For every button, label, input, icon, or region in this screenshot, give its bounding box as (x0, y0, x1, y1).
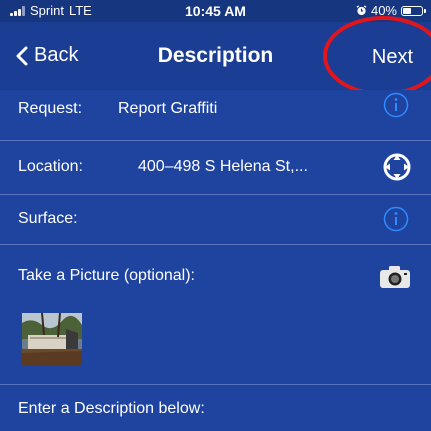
request-label: Request: (18, 100, 83, 117)
picture-row[interactable]: Take a Picture (optional): (0, 244, 431, 384)
navigation-bar: Back Description Next (0, 16, 431, 96)
description-screen: Sprint LTE 10:45 AM 40% Back Description… (0, 0, 431, 431)
description-row[interactable]: Enter a Description below: (0, 384, 431, 431)
request-row[interactable]: Request: Report Graffiti (0, 90, 431, 140)
request-info-icon[interactable] (383, 92, 409, 118)
location-value: 400–498 S Helena St,... (138, 158, 308, 175)
red-highlight-circle (323, 16, 431, 96)
crosshair-icon[interactable] (383, 153, 411, 181)
picture-label: Take a Picture (optional): (18, 267, 195, 284)
camera-icon[interactable] (379, 265, 411, 289)
request-value: Report Graffiti (118, 100, 218, 117)
surface-row[interactable]: Surface: (0, 194, 431, 244)
location-row[interactable]: Location: 400–498 S Helena St,... (0, 140, 431, 194)
description-label: Enter a Description below: (18, 400, 205, 417)
surface-label: Surface: (18, 210, 78, 227)
location-label: Location: (18, 158, 83, 175)
surface-info-icon[interactable] (383, 206, 409, 232)
photo-thumbnail[interactable] (22, 313, 82, 365)
